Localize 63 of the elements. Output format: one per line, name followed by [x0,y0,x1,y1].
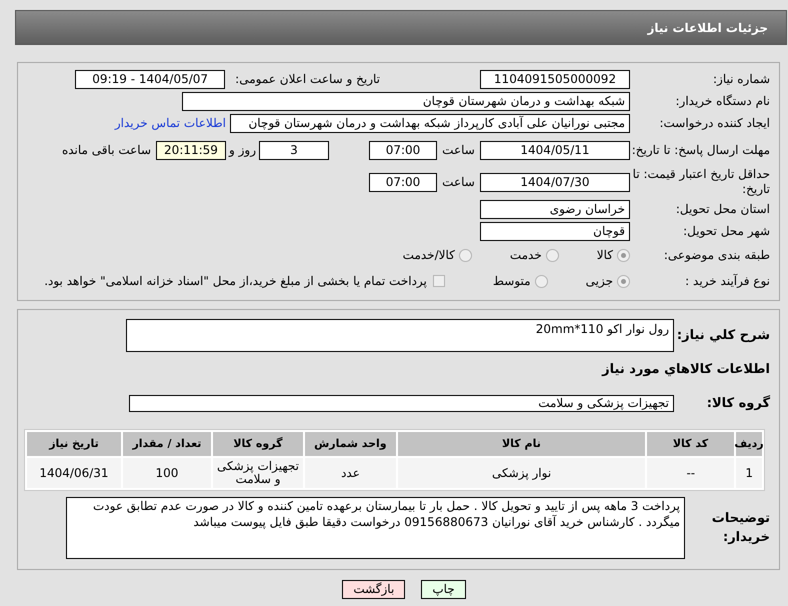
page-title: جزئیات اطلاعات نیاز [647,20,768,36]
group-field[interactable]: تجهیزات پزشکی و سلامت [129,394,674,412]
table-cell: 100 [122,458,211,488]
checkbox-label: پرداخت تمام یا بخشی از مبلغ خرید،از محل "اسناد خزانه اسلامی" خواهد بود. [44,273,427,290]
field-label: طبقه بندی موضوعی: [662,248,770,262]
field-label: استان محل تحویل: [674,202,770,216]
field-label: نام دستگاه خریدار: [674,94,770,108]
column-header: واحد شمارش [304,432,396,456]
field-label: حداقل تاریخ اعتبار قیمت: تا تاریخ: [632,167,770,197]
field-label: ایجاد کننده درخواست: [658,116,770,130]
summary-field[interactable]: رول نوار اکو 110*20mm [126,319,674,352]
text-field[interactable]: 07:00 [369,140,437,160]
section-title: اطلاعات کالاهاي مورد نياز [600,361,770,379]
field-label: شماره نیاز: [712,72,770,86]
text-field[interactable]: 3 [259,140,329,160]
column-header: گروه کالا [212,432,303,456]
column-header: کد کالا [647,432,734,456]
column-header: نام کالا [398,432,645,456]
time-label: ساعت [441,142,476,159]
table-cell: نوار پزشکی [398,458,646,488]
field-label: مهلت ارسال پاسخ: تا تاریخ: [630,142,770,158]
table-cell: 1 [736,458,762,488]
field-label: تاریخ و ساعت اعلان عمومی: [235,72,380,86]
field-label: شرح کلي نياز: [676,326,770,345]
time-label: ساعت [441,174,476,191]
column-header: تاریخ نیاز [27,432,121,456]
field-label: توضیحات خریدار: [710,510,770,547]
checkbox[interactable] [432,275,445,287]
field-label: گروه کالا: [706,394,770,412]
table-cell: تجهیزات پزشکی و سلامت [212,458,303,488]
text-field[interactable]: 1404/05/11 [480,140,630,160]
field-label: شهر محل تحویل: [682,224,770,238]
field-label: نوع فرآیند خرید : [684,274,770,288]
remaining-label: ساعت باقی مانده [62,142,151,159]
text-field[interactable]: 1104091505000092 [480,70,630,88]
days-label: روز و [228,142,257,159]
table-cell: 1404/06/31 [27,458,121,488]
radio-button[interactable] [617,274,630,288]
column-header: ردیف [736,432,762,456]
radio-label: خدمت [510,247,542,264]
table-cell: عدد [304,458,396,488]
radio-label: جزیی [586,273,613,290]
radio-button[interactable] [458,248,472,262]
back-button[interactable]: بازگشت [342,580,406,599]
text-field[interactable]: خراسان رضوی [480,200,630,218]
radio-button[interactable] [546,248,559,262]
text-field[interactable]: 1404/05/07 - 09:19 [75,70,226,88]
contact-link[interactable]: اطلاعات تماس خریدار [114,114,226,132]
radio-button[interactable] [617,248,630,262]
print-button[interactable]: چاپ [421,580,466,599]
text-field[interactable]: 1404/07/30 [480,172,630,192]
table-cell: -- [647,458,734,488]
text-field[interactable]: مجتبی نورانیان علی آبادی کارپرداز شبکه بهداشت و درمان شهرستان قوچان [230,114,630,132]
notes-field[interactable]: پرداخت 3 ماهه پس از تایید و تحویل کالا . حمل بار تا بیمارستان برعهده تامین کننده و کالا در صورت عدم تطابق عودت میگردد . کارشناس خرید آقای نورانیان 09156880673 درخواست دقیقا طبق فایل پیوست میباشد [66,497,685,559]
column-header: تعداد / مقدار [122,432,211,456]
text-field[interactable]: 07:00 [369,172,437,192]
text-field[interactable]: قوچان [480,222,630,240]
radio-button[interactable] [534,274,548,288]
text-field[interactable]: شبکه بهداشت و درمان شهرستان قوچان [182,92,630,110]
radio-label: کالا/خدمت [402,247,455,264]
radio-label: متوسط [492,273,531,290]
radio-label: کالا [596,247,613,264]
countdown-field[interactable]: 20:11:59 [156,140,226,160]
